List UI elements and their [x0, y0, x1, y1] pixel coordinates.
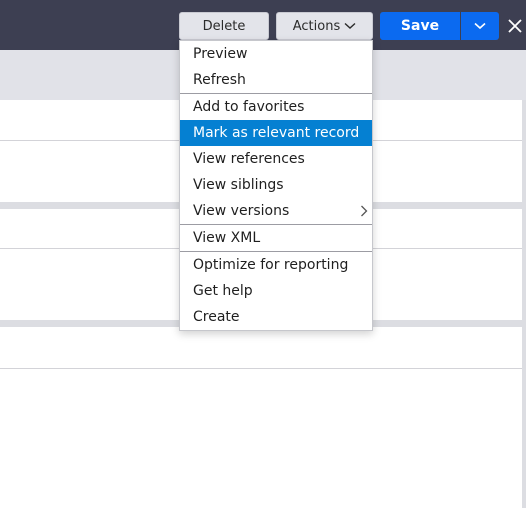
- chevron-down-icon: [344, 22, 356, 30]
- content-section: [0, 327, 522, 508]
- menu-item-view-references[interactable]: View references: [180, 146, 372, 172]
- actions-button-label: Actions: [292, 18, 341, 34]
- menu-item-create[interactable]: Create: [180, 304, 372, 330]
- close-icon: [507, 18, 523, 34]
- save-button-label: Save: [400, 18, 440, 34]
- menu-item-refresh[interactable]: Refresh: [180, 67, 372, 93]
- menu-item-label: Optimize for reporting: [193, 257, 349, 273]
- menu-item-label: View versions: [193, 203, 290, 219]
- menu-item-view-versions[interactable]: View versions: [180, 198, 372, 224]
- divider: [0, 368, 522, 369]
- actions-menu: Preview Refresh Add to favorites Mark as…: [179, 40, 373, 331]
- menu-item-label: Create: [193, 309, 240, 325]
- menu-item-preview[interactable]: Preview: [180, 41, 372, 67]
- menu-item-label: Preview: [193, 46, 248, 62]
- chevron-right-icon: [360, 198, 368, 224]
- menu-item-get-help[interactable]: Get help: [180, 278, 372, 304]
- actions-button[interactable]: Actions: [276, 12, 373, 40]
- menu-item-label: Add to favorites: [193, 99, 305, 115]
- menu-item-label: View XML: [193, 230, 261, 246]
- delete-button-label: Delete: [202, 18, 246, 34]
- chevron-down-icon: [474, 22, 486, 30]
- save-button[interactable]: Save: [380, 12, 460, 40]
- menu-item-label: Get help: [193, 283, 253, 299]
- menu-item-label: Refresh: [193, 72, 246, 88]
- menu-item-optimize-for-reporting[interactable]: Optimize for reporting: [180, 252, 372, 278]
- menu-item-label: View references: [193, 151, 305, 167]
- menu-item-label: Mark as relevant record: [193, 125, 360, 141]
- menu-item-add-to-favorites[interactable]: Add to favorites: [180, 94, 372, 120]
- scroll-rail: [522, 100, 526, 508]
- menu-item-view-xml[interactable]: View XML: [180, 225, 372, 251]
- menu-item-label: View siblings: [193, 177, 284, 193]
- close-button[interactable]: [504, 12, 526, 40]
- delete-button[interactable]: Delete: [179, 12, 269, 40]
- save-options-button[interactable]: [461, 12, 499, 40]
- menu-item-view-siblings[interactable]: View siblings: [180, 172, 372, 198]
- menu-item-mark-as-relevant-record[interactable]: Mark as relevant record: [180, 120, 372, 146]
